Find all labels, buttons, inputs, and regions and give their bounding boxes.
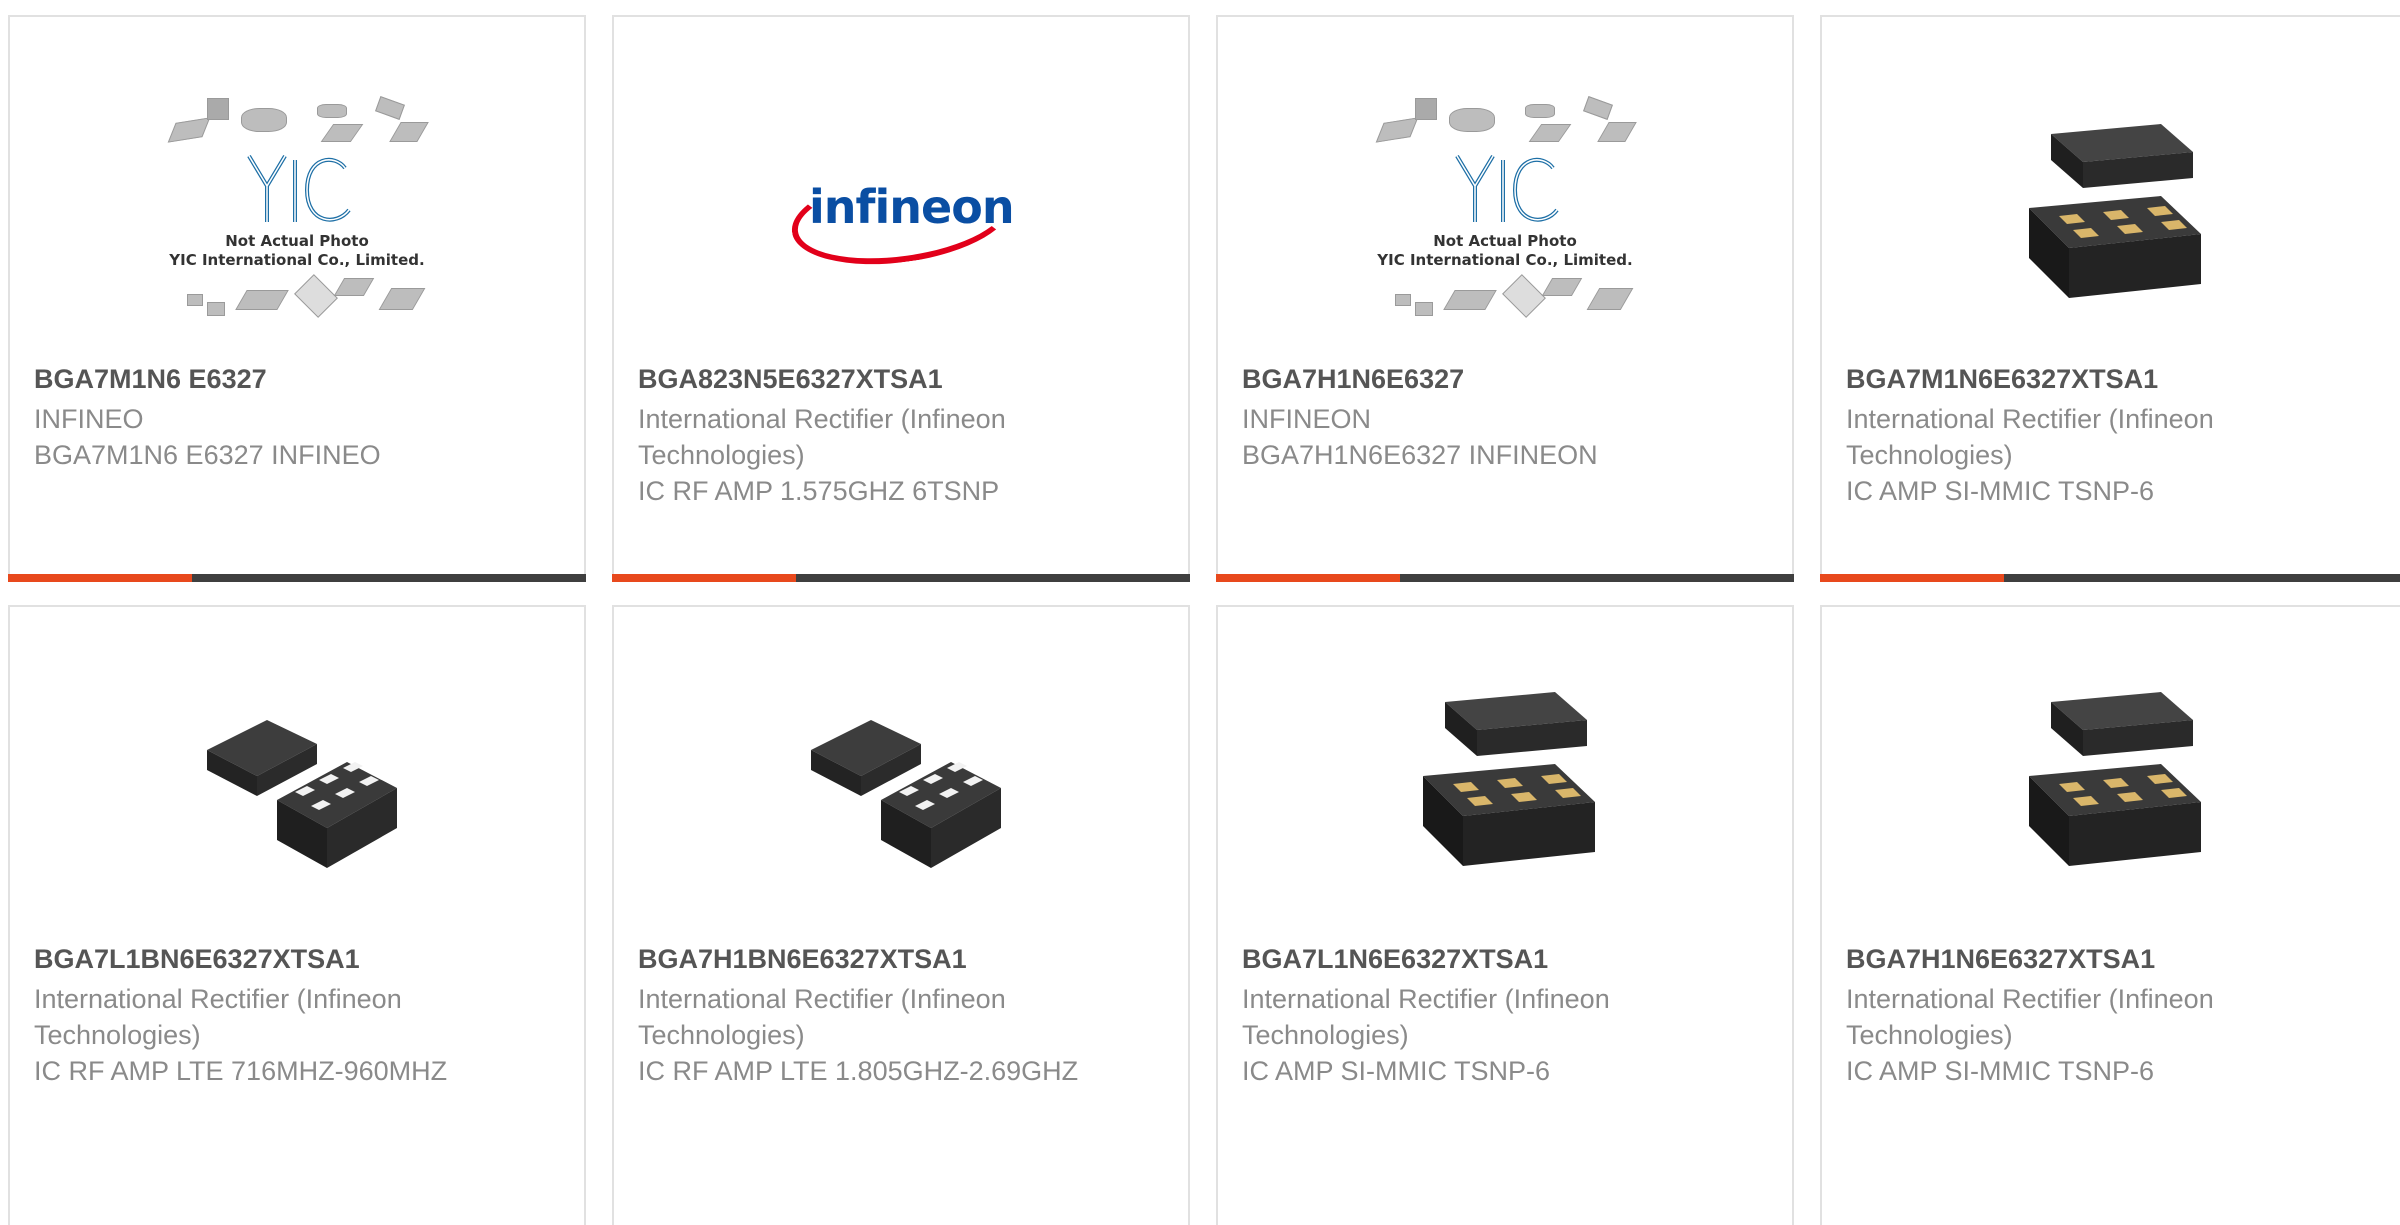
yic-logo-icon [1455,154,1559,222]
part-description: IC RF AMP LTE 716MHZ-960MHZ [34,1056,448,1086]
product-image[interactable]: Not Actual Photo YIC International Co., … [1375,96,1637,327]
product-image[interactable] [192,675,402,885]
product-image[interactable] [2006,675,2216,885]
manufacturer: International Rectifier (Infineon Techno… [1242,984,1610,1050]
chip-package-icon [2029,692,2201,866]
yic-placeholder-icon: Not Actual Photo YIC International Co., … [1375,92,1637,332]
product-card[interactable]: infineon BGA823N5E6327XTSA1 Internationa… [612,15,1190,582]
part-description: IC AMP SI-MMIC TSNP-6 [1846,476,2155,506]
part-number[interactable]: BGA7M1N6E6327XTSA1 [1846,364,2158,395]
placeholder-note: Not Actual Photo [225,232,369,250]
part-number[interactable]: BGA7H1N6E6327 [1242,364,1464,395]
product-image[interactable] [1981,97,2241,327]
placeholder-company: YIC International Co., Limited. [1377,251,1633,269]
product-card[interactable]: Not Actual Photo YIC International Co., … [1216,15,1794,582]
chip-package-icon [2029,124,2201,298]
product-card[interactable]: BGA7L1BN6E6327XTSA1 International Rectif… [8,605,586,1225]
manufacturer: INFINEO [34,404,144,434]
manufacturer: INFINEON [1242,404,1372,434]
product-image[interactable]: infineon [771,97,1031,327]
part-number[interactable]: BGA7L1N6E6327XTSA1 [1242,944,1548,975]
card-accent-bar [1820,574,2400,582]
chip-package-angled-icon [811,720,1001,868]
part-number[interactable]: BGA7M1N6 E6327 [34,364,267,395]
part-description: IC RF AMP 1.575GHZ 6TSNP [638,476,1000,506]
placeholder-company: YIC International Co., Limited. [169,251,425,269]
manufacturer: International Rectifier (Infineon Techno… [1846,404,2214,470]
manufacturer: International Rectifier (Infineon Techno… [638,984,1006,1050]
part-description: IC AMP SI-MMIC TSNP-6 [1242,1056,1551,1086]
product-image[interactable]: Not Actual Photo YIC International Co., … [167,96,429,327]
product-card[interactable]: BGA7H1BN6E6327XTSA1 International Rectif… [612,605,1190,1225]
part-description: BGA7H1N6E6327 INFINEON [1242,440,1598,470]
part-number[interactable]: BGA7H1N6E6327XTSA1 [1846,944,2155,975]
part-number[interactable]: BGA823N5E6327XTSA1 [638,364,943,395]
infineon-logo: infineon [785,156,1019,278]
product-card[interactable]: Not Actual Photo YIC International Co., … [8,15,586,582]
product-image[interactable] [796,675,1006,885]
part-number[interactable]: BGA7L1BN6E6327XTSA1 [34,944,360,975]
yic-logo-icon [247,154,351,222]
part-description: BGA7M1N6 E6327 INFINEO [34,440,381,470]
product-card[interactable]: BGA7L1N6E6327XTSA1 International Rectifi… [1216,605,1794,1225]
product-card[interactable]: BGA7H1N6E6327XTSA1 International Rectifi… [1820,605,2400,1225]
card-accent-bar [1216,574,1794,582]
product-image[interactable] [1400,675,1610,885]
manufacturer: International Rectifier (Infineon Techno… [1846,984,2214,1050]
manufacturer: International Rectifier (Infineon Techno… [34,984,402,1050]
part-description: IC AMP SI-MMIC TSNP-6 [1846,1056,2155,1086]
card-accent-bar [8,574,586,582]
manufacturer: International Rectifier (Infineon Techno… [638,404,1006,470]
product-grid: Not Actual Photo YIC International Co., … [0,0,2400,1225]
product-card[interactable]: BGA7M1N6E6327XTSA1 International Rectifi… [1820,15,2400,582]
chip-package-angled-icon [207,720,397,868]
yic-placeholder-icon: Not Actual Photo YIC International Co., … [167,92,429,332]
card-accent-bar [612,574,1190,582]
chip-package-icon [1423,692,1595,866]
part-number[interactable]: BGA7H1BN6E6327XTSA1 [638,944,967,975]
placeholder-note: Not Actual Photo [1433,232,1577,250]
part-description: IC RF AMP LTE 1.805GHZ-2.69GHZ [638,1056,1079,1086]
